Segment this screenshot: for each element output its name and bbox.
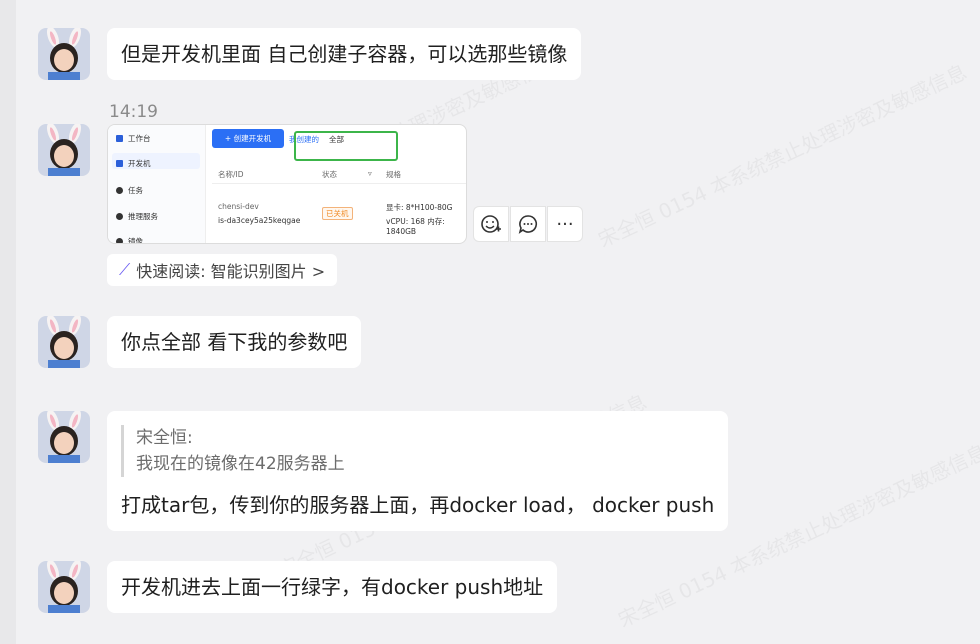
- screenshot-sidebar: 工作台 开发机 任务 推理服务 镜像: [108, 125, 206, 243]
- screenshot-image[interactable]: 工作台 开发机 任务 推理服务 镜像 + 创建开发机 我创建的 全部 名称/ID…: [107, 124, 467, 244]
- message-bubble[interactable]: 你点全部 看下我的参数吧: [107, 316, 362, 368]
- message-action-bar: ···: [473, 206, 584, 242]
- message-timestamp: 14:19: [109, 102, 158, 122]
- row-gpu: 显卡: 8*H100-80G: [386, 203, 453, 212]
- row-spec: vCPU: 168 内存: 1840GB: [386, 217, 445, 236]
- status-badge: 已关机: [322, 207, 353, 220]
- watermark: 宋全恒 0154 本系统禁止处理涉密及敏感信息: [593, 56, 971, 253]
- sidebar-item: 工作台: [116, 133, 151, 144]
- comment-icon[interactable]: [510, 206, 546, 242]
- column-header: 状态: [322, 170, 337, 179]
- row-id: is-da3cey5a25keqgae: [218, 216, 301, 225]
- column-header: 名称/ID: [218, 170, 244, 179]
- create-devbox-button: + 创建开发机: [212, 129, 284, 148]
- quick-read-button[interactable]: ⟋ 快速阅读: 智能识别图片 >: [107, 254, 338, 286]
- quote-text: 我现在的镜像在42服务器上: [136, 454, 345, 474]
- avatar[interactable]: [38, 28, 90, 80]
- highlight-box: [294, 131, 398, 161]
- sidebar-item: 任务: [116, 185, 143, 196]
- more-icon[interactable]: ···: [547, 206, 583, 242]
- sidebar-item: 开发机: [116, 158, 151, 169]
- left-panel-edge: [0, 0, 16, 644]
- sidebar-item: 镜像: [116, 236, 143, 243]
- filter-icon: ▿: [368, 169, 372, 178]
- quoted-message[interactable]: 宋全恒: 我现在的镜像在42服务器上: [121, 425, 714, 477]
- quote-author: 宋全恒:: [136, 428, 193, 448]
- message-bubble[interactable]: 但是开发机里面 自己创建子容器，可以选那些镜像: [107, 28, 582, 80]
- workbench-icon: [116, 135, 123, 142]
- avatar[interactable]: [38, 411, 90, 463]
- inference-icon: [116, 213, 123, 220]
- quick-read-label: 快速阅读: 智能识别图片 >: [136, 262, 326, 281]
- emoji-add-icon[interactable]: [473, 206, 509, 242]
- divider: [212, 183, 466, 184]
- image-icon: [116, 238, 123, 243]
- magic-wand-icon: ⟋: [119, 260, 131, 279]
- message-bubble[interactable]: 开发机进去上面一行绿字，有docker push地址: [107, 561, 558, 613]
- message-bubble[interactable]: 宋全恒: 我现在的镜像在42服务器上 打成tar包，传到你的服务器上面，再doc…: [107, 411, 729, 531]
- column-header: 规格: [386, 170, 401, 179]
- sidebar-item: 推理服务: [116, 211, 158, 222]
- task-icon: [116, 187, 123, 194]
- avatar[interactable]: [38, 124, 90, 176]
- avatar[interactable]: [38, 561, 90, 613]
- devbox-icon: [116, 160, 123, 167]
- avatar[interactable]: [38, 316, 90, 368]
- message-text: 打成tar包，传到你的服务器上面，再docker load， docker pu…: [121, 493, 715, 517]
- row-name: chensi-dev: [218, 202, 259, 211]
